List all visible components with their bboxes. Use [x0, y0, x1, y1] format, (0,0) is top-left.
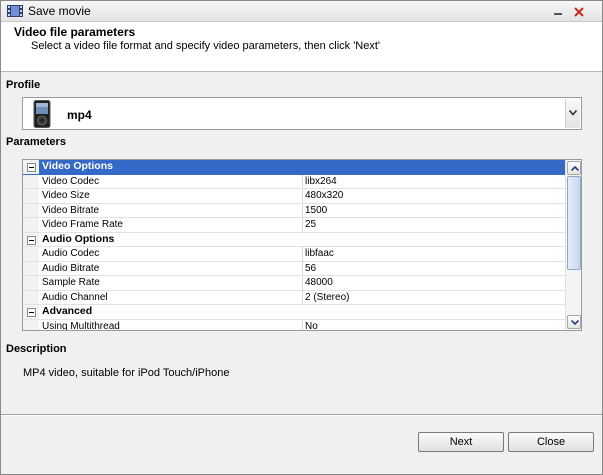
property-row[interactable]: Audio Channel 2 (Stereo) — [23, 290, 565, 305]
description-label: Description — [6, 343, 67, 355]
property-row[interactable]: Video Frame Rate 25 — [23, 218, 565, 233]
property-row[interactable]: Audio Bitrate 56 — [23, 261, 565, 276]
property-value[interactable]: 56 — [305, 262, 316, 276]
scroll-up-button[interactable] — [567, 161, 581, 175]
row-gutter — [23, 189, 39, 203]
property-name: Audio Bitrate — [41, 261, 303, 275]
parameters-grid[interactable]: Video Options Video Codec libx264 Video Siz… — [22, 159, 582, 331]
property-value[interactable]: 25 — [305, 218, 316, 232]
property-row[interactable]: Video Size 480x320 — [23, 189, 565, 204]
title-bar[interactable]: Save movie — [1, 1, 602, 22]
property-value[interactable]: 2 (Stereo) — [305, 291, 349, 305]
parameters-label: Parameters — [6, 136, 66, 148]
description-text: MP4 video, suitable for iPod Touch/iPhon… — [23, 367, 230, 379]
property-name: Sample Rate — [41, 276, 303, 290]
profile-label: Profile — [6, 79, 41, 91]
chevron-down-icon — [571, 320, 579, 325]
row-gutter — [23, 203, 39, 217]
property-name: Video Bitrate — [41, 203, 303, 217]
category-row[interactable]: Advanced — [23, 305, 565, 320]
property-value[interactable]: No — [305, 320, 318, 331]
row-gutter[interactable] — [23, 232, 39, 246]
minimize-icon[interactable] — [552, 6, 564, 18]
ipod-icon — [33, 100, 51, 128]
row-gutter[interactable] — [23, 305, 39, 319]
property-name: Video Size — [41, 189, 303, 203]
row-gutter — [23, 261, 39, 275]
chevron-up-icon — [571, 166, 579, 171]
page-title: Video file parameters — [14, 25, 136, 39]
property-value[interactable]: 480x320 — [305, 189, 343, 203]
property-name: Audio Codec — [41, 247, 303, 261]
wizard-header: Video file parameters Select a video fil… — [1, 22, 602, 72]
property-name: Video Codec — [41, 174, 303, 188]
property-row[interactable]: Video Codec libx264 — [23, 174, 565, 189]
collapse-icon[interactable] — [27, 163, 36, 172]
property-row[interactable]: Sample Rate 48000 — [23, 276, 565, 291]
property-name: Video Frame Rate — [41, 218, 303, 232]
property-value[interactable]: 48000 — [305, 276, 333, 290]
profile-select[interactable]: mp4 — [22, 97, 582, 130]
property-name: Using Multithread — [41, 319, 303, 330]
save-movie-window: Save movie Video file parameters Select … — [0, 0, 603, 475]
row-gutter — [23, 276, 39, 290]
profile-dropdown-button[interactable] — [565, 99, 580, 128]
category-row[interactable]: Video Options — [23, 160, 565, 175]
row-gutter — [23, 290, 39, 304]
chevron-down-icon — [569, 110, 577, 116]
page-subtitle: Select a video file format and specify v… — [31, 40, 381, 52]
row-gutter — [23, 319, 39, 330]
grid-scrollbar[interactable] — [565, 160, 581, 330]
property-value[interactable]: libx264 — [305, 175, 337, 189]
collapse-icon[interactable] — [27, 235, 36, 245]
property-name: Audio Channel — [41, 290, 303, 304]
profile-value: mp4 — [67, 108, 92, 122]
parameters-rows: Video Options Video Codec libx264 Video Siz… — [23, 160, 565, 331]
next-button[interactable]: Next — [418, 432, 504, 452]
footer-divider-highlight — [1, 415, 602, 416]
category-name: Video Options — [42, 160, 113, 172]
property-row[interactable]: Using Multithread No — [23, 319, 565, 331]
property-row[interactable]: Audio Codec libfaac — [23, 247, 565, 262]
film-icon — [7, 5, 23, 17]
scroll-thumb[interactable] — [567, 176, 581, 270]
row-gutter — [23, 247, 39, 261]
row-gutter[interactable] — [23, 160, 39, 174]
collapse-icon[interactable] — [27, 308, 36, 317]
category-row[interactable]: Audio Options — [23, 232, 565, 247]
scroll-down-button[interactable] — [567, 315, 581, 329]
property-row[interactable]: Video Bitrate 1500 — [23, 203, 565, 218]
category-name: Advanced — [42, 305, 93, 317]
window-title: Save movie — [28, 4, 91, 18]
row-gutter — [23, 218, 39, 232]
row-gutter — [23, 174, 39, 188]
property-value[interactable]: libfaac — [305, 247, 334, 261]
close-icon[interactable] — [573, 6, 585, 18]
property-value[interactable]: 1500 — [305, 204, 327, 218]
category-name: Audio Options — [42, 232, 115, 245]
close-button[interactable]: Close — [508, 432, 594, 452]
